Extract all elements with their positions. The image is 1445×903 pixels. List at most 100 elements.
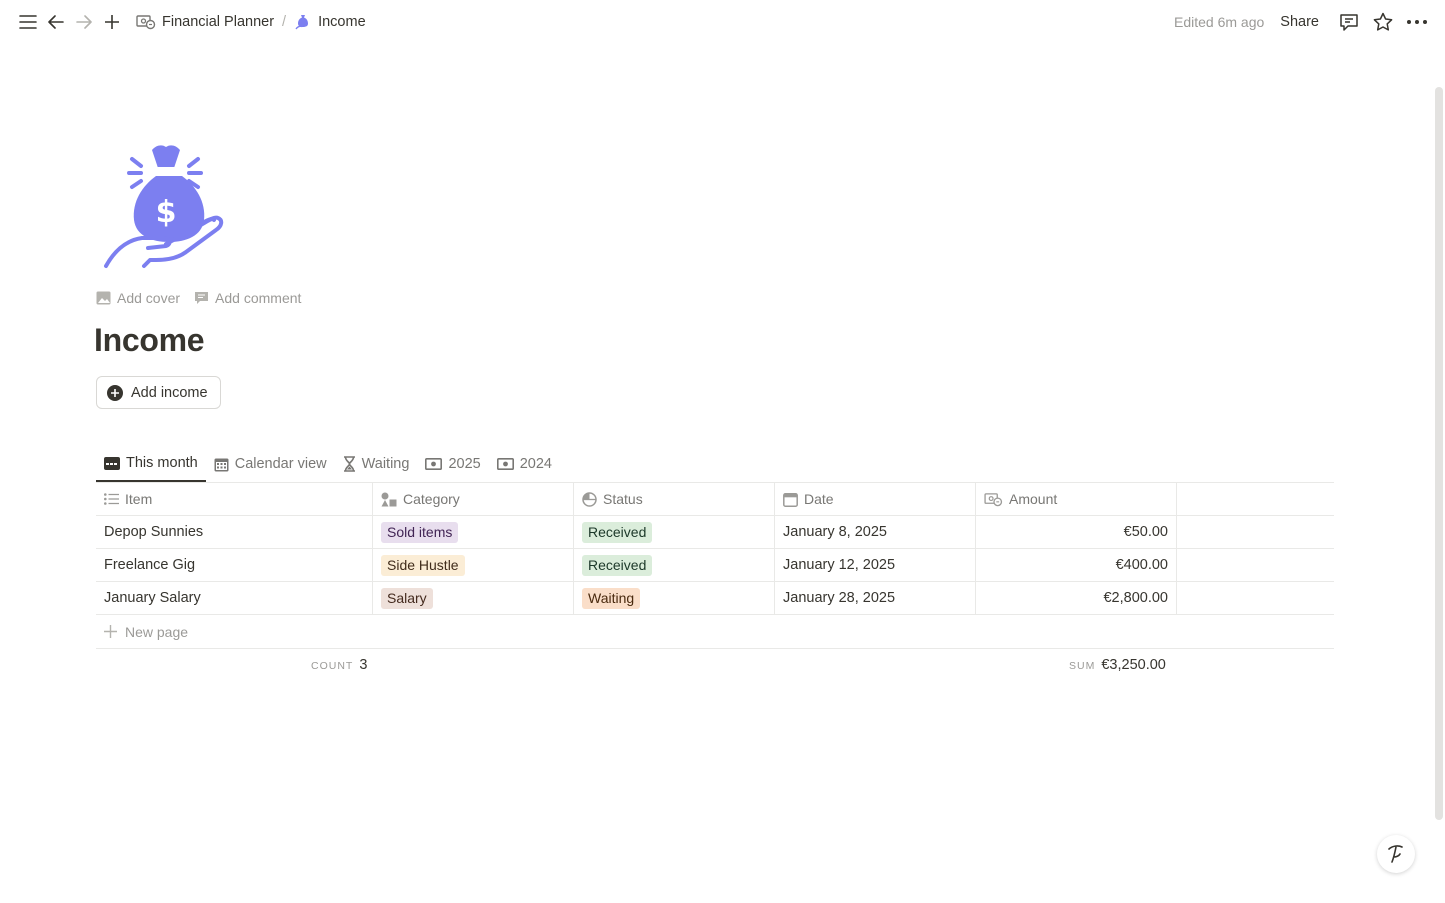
back-arrow-icon[interactable] (42, 8, 70, 36)
breadcrumb-label: Financial Planner (162, 14, 275, 30)
add-income-button[interactable]: Add income (96, 376, 221, 409)
shapes-icon (381, 492, 397, 506)
count-label: COUNT (311, 660, 354, 672)
column-header-item[interactable]: Item (96, 483, 373, 515)
cell-category[interactable]: Side Hustle (373, 549, 574, 581)
breadcrumb-label: Income (318, 14, 366, 30)
column-label: Date (804, 491, 834, 507)
breadcrumb: Financial Planner / Income (132, 11, 370, 33)
comments-icon[interactable] (1335, 8, 1363, 36)
plus-circle-icon (107, 384, 123, 401)
cell-amount[interactable]: €50.00 (976, 516, 1177, 548)
help-icon (1388, 845, 1403, 863)
status-tag: Received (582, 554, 653, 576)
tab-calendar-view[interactable]: Calendar view (206, 446, 335, 482)
column-label: Status (603, 491, 643, 507)
category-tag: Salary (381, 587, 433, 609)
page-actions: Add cover Add comment (96, 290, 301, 306)
image-icon (96, 291, 111, 305)
cell-status[interactable]: Received (574, 549, 775, 581)
tab-label: 2024 (519, 456, 552, 472)
calendar-icon (214, 458, 229, 471)
column-header-amount[interactable]: Amount (976, 483, 1177, 515)
add-cover-label: Add cover (117, 290, 181, 306)
new-page-button[interactable]: New page (96, 615, 1334, 649)
cell-status[interactable]: Received (574, 516, 775, 548)
page-title[interactable]: Income (94, 322, 205, 359)
count-value: 3 (359, 657, 368, 673)
table-row[interactable]: Depop Sunnies Sold items Received Januar… (96, 516, 1334, 549)
cell-status[interactable]: Waiting (574, 582, 775, 614)
list-icon (104, 493, 119, 505)
forward-arrow-icon[interactable] (70, 8, 98, 36)
breadcrumb-financial-planner[interactable]: Financial Planner (132, 12, 278, 32)
money-bag-hand-icon[interactable]: $ (100, 140, 232, 272)
scrollbar[interactable] (1435, 87, 1443, 820)
calendar-icon (783, 492, 798, 507)
new-page-label: New page (125, 623, 189, 640)
add-comment-button[interactable]: Add comment (194, 290, 301, 306)
cell-item[interactable]: Depop Sunnies (96, 516, 373, 548)
share-button[interactable]: Share (1274, 11, 1325, 33)
money-icon (984, 492, 1003, 506)
sum-calculation[interactable]: SUM €3,250.00 (1069, 657, 1166, 673)
column-header-status[interactable]: Status (574, 483, 775, 515)
svg-text:$: $ (156, 195, 177, 230)
plus-icon (104, 625, 117, 638)
column-label: Category (403, 491, 460, 507)
cell-item[interactable]: January Salary (96, 582, 373, 614)
category-tag: Side Hustle (381, 554, 465, 576)
cell-empty (1177, 582, 1334, 614)
table-row[interactable]: Freelance Gig Side Hustle Received Janua… (96, 549, 1334, 582)
breadcrumb-separator: / (282, 14, 287, 30)
status-tag: Received (582, 521, 653, 543)
help-button[interactable] (1377, 835, 1415, 873)
banknote-icon (496, 458, 514, 470)
income-table: Item Category Status Date Amount Depop S… (96, 482, 1334, 683)
cell-item[interactable]: Freelance Gig (96, 549, 373, 581)
status-tag: Waiting (582, 587, 641, 609)
tab-waiting[interactable]: Waiting (335, 446, 418, 482)
tab-label: Calendar view (234, 456, 327, 472)
status-icon (582, 491, 597, 507)
add-cover-button[interactable]: Add cover (96, 290, 180, 306)
cell-date[interactable]: January 12, 2025 (775, 549, 976, 581)
add-comment-label: Add comment (215, 290, 302, 306)
cell-empty (1177, 516, 1334, 548)
table-row[interactable]: January Salary Salary Waiting January 28… (96, 582, 1334, 615)
view-tabs: This month Calendar view Waiting 2025 20… (96, 446, 560, 482)
tab-2025[interactable]: 2025 (417, 446, 488, 482)
top-bar: Financial Planner / Income Edited 6m ago… (0, 0, 1445, 44)
category-tag: Sold items (381, 521, 459, 543)
more-options-icon[interactable] (1403, 8, 1431, 36)
column-header-date[interactable]: Date (775, 483, 976, 515)
new-page-plus-icon[interactable] (98, 8, 126, 36)
breadcrumb-income[interactable]: Income (290, 11, 370, 33)
column-label: Item (125, 491, 153, 507)
edited-timestamp: Edited 6m ago (1174, 14, 1265, 30)
sidebar-menu-icon[interactable] (14, 8, 42, 36)
banknote-icon (425, 458, 443, 470)
count-calculation[interactable]: COUNT 3 (311, 657, 367, 673)
add-income-label: Add income (131, 384, 208, 401)
cell-category[interactable]: Salary (373, 582, 574, 614)
tab-2024[interactable]: 2024 (489, 446, 560, 482)
money-bag-icon (295, 15, 309, 30)
column-header-category[interactable]: Category (373, 483, 574, 515)
tab-label: 2025 (448, 456, 481, 472)
comment-icon (195, 292, 209, 304)
sum-value: €3,250.00 (1101, 657, 1166, 673)
cell-amount[interactable]: €2,800.00 (976, 582, 1177, 614)
cell-date[interactable]: January 28, 2025 (775, 582, 976, 614)
money-icon (136, 15, 156, 30)
favorite-star-icon[interactable] (1369, 8, 1397, 36)
cell-amount[interactable]: €400.00 (976, 549, 1177, 581)
cell-date[interactable]: January 8, 2025 (775, 516, 976, 548)
tab-this-month[interactable]: This month (96, 446, 206, 482)
table-footer: COUNT 3 SUM €3,250.00 (96, 649, 1334, 683)
cell-category[interactable]: Sold items (373, 516, 574, 548)
tab-label: This month (126, 455, 198, 471)
hourglass-icon (343, 456, 355, 472)
table-header-row: Item Category Status Date Amount (96, 483, 1334, 516)
sum-label: SUM (1069, 660, 1096, 672)
